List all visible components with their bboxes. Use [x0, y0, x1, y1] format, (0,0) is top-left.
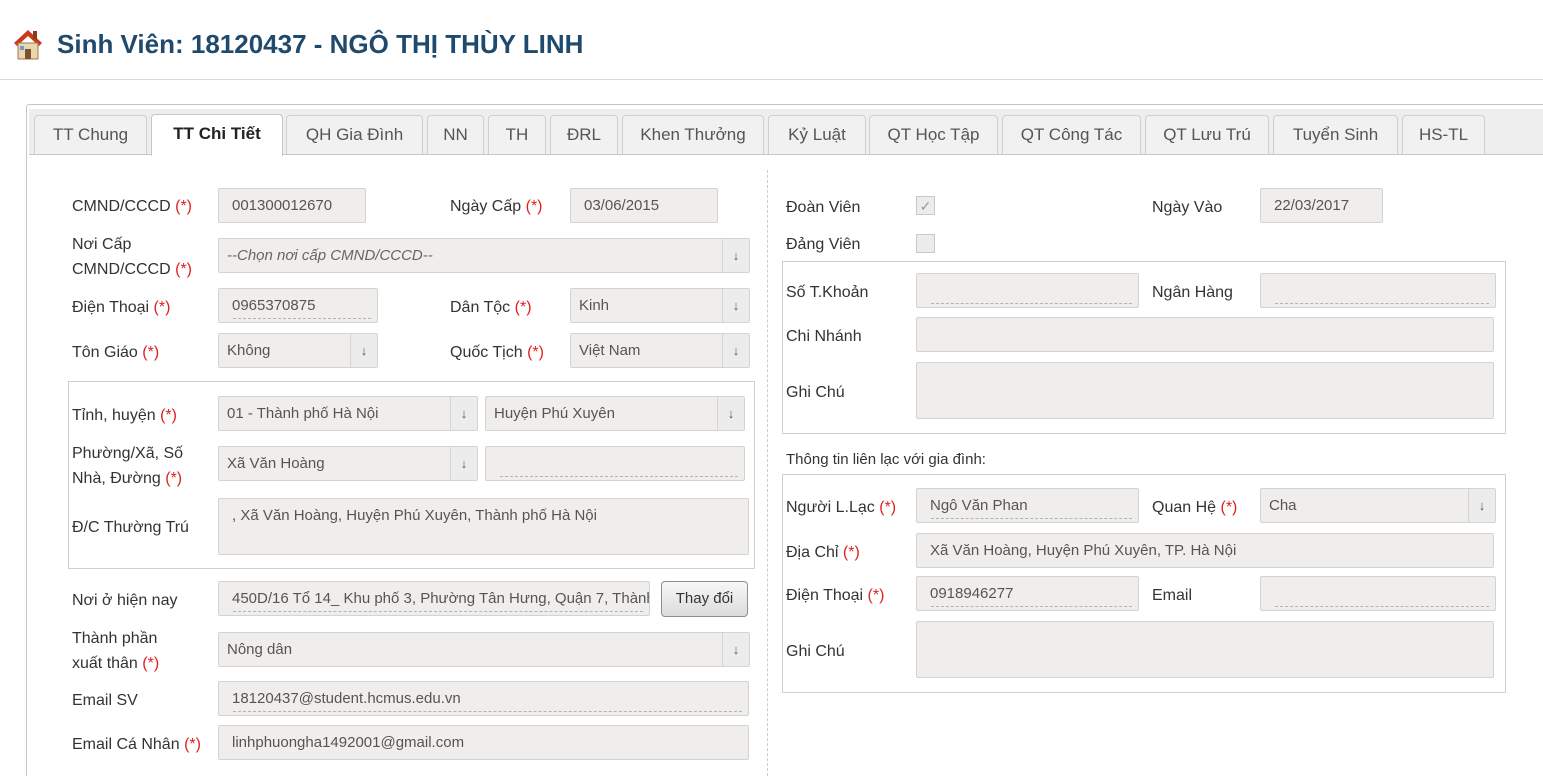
thanh-phan-select[interactable]: Nông dân ↓ — [218, 632, 750, 667]
ngan-hang-field[interactable] — [1260, 273, 1496, 308]
tab-tt-chi-tiet[interactable]: TT Chi Tiết — [151, 114, 283, 156]
chevron-down-icon[interactable]: ↓ — [350, 334, 377, 367]
change-address-button[interactable]: Thay đổi — [661, 581, 748, 617]
page-title: Sinh Viên: 18120437 - NGÔ THỊ THÙY LINH — [57, 29, 584, 59]
ghi-chu-gd-label: Ghi Chú — [786, 643, 845, 660]
chi-nhanh-label: Chi Nhánh — [786, 328, 862, 345]
noi-o-label: Nơi ở hiện nay — [72, 592, 178, 609]
ngay-vao-label: Ngày Vào — [1152, 199, 1223, 216]
so-tk-field[interactable] — [916, 273, 1139, 308]
page-header: Sinh Viên: 18120437 - NGÔ THỊ THÙY LINH — [0, 0, 1543, 80]
ngan-hang-label: Ngân Hàng — [1152, 284, 1233, 301]
ghi-chu-gd-field[interactable] — [916, 621, 1494, 678]
chevron-down-icon[interactable]: ↓ — [722, 239, 749, 272]
tinh-huyen-label: Tỉnh, huyện (*) — [72, 407, 177, 424]
ghi-chu-bank-label: Ghi Chú — [786, 384, 845, 401]
so-nha-duong-field[interactable] — [485, 446, 745, 481]
tab-khen-thuong[interactable]: Khen Thưởng — [622, 115, 764, 154]
column-divider — [767, 170, 768, 776]
ton-giao-select[interactable]: Không ↓ — [218, 333, 378, 368]
so-tk-label: Số T.Khoản — [786, 284, 869, 301]
cmnd-field[interactable]: 001300012670 — [218, 188, 366, 223]
tab-th[interactable]: TH — [488, 115, 546, 154]
email-ca-nhan-field[interactable]: linhphuongha1492001@gmail.com — [218, 725, 749, 760]
dc-thuong-tru-label: Đ/C Thường Trú — [72, 519, 189, 536]
home-icon — [14, 30, 42, 60]
tab-qt-luu-tru[interactable]: QT Lưu Trú — [1145, 115, 1269, 154]
dien-thoai-gd-label: Điện Thoại (*) — [786, 587, 885, 604]
cmnd-label: CMND/CCCD (*) — [72, 198, 192, 215]
chevron-down-icon[interactable]: ↓ — [722, 334, 749, 367]
dang-vien-label: Đảng Viên — [786, 236, 861, 253]
phuong-xa-label: Phường/Xã, Số Nhà, Đường (*) — [72, 445, 184, 487]
ngay-cap-label: Ngày Cấp (*) — [450, 198, 543, 215]
quoc-tich-label: Quốc Tịch (*) — [450, 344, 544, 361]
chevron-down-icon[interactable]: ↓ — [1468, 489, 1495, 522]
dien-thoai-gd-field[interactable]: 0918946277 — [916, 576, 1139, 611]
quan-he-select[interactable]: Cha ↓ — [1260, 488, 1496, 523]
huyen-select[interactable]: Huyện Phú Xuyên ↓ — [485, 396, 745, 431]
thanh-phan-label: Thành phần xuất thân (*) — [72, 630, 160, 672]
dien-thoai-label: Điện Thoại (*) — [72, 299, 171, 316]
tab-qt-hoc-tap[interactable]: QT Học Tập — [869, 115, 998, 154]
noi-cap-label: Nơi Cấp CMND/CCCD (*) — [72, 236, 192, 278]
tab-hs-tl[interactable]: HS-TL — [1402, 115, 1485, 154]
email-gd-field[interactable] — [1260, 576, 1496, 611]
chevron-down-icon[interactable]: ↓ — [722, 633, 749, 666]
dien-thoai-field[interactable]: 0965370875 — [218, 288, 378, 323]
ngay-vao-field[interactable]: 22/03/2017 — [1260, 188, 1383, 223]
noi-cap-select[interactable]: --Chọn nơi cấp CMND/CCCD-- ↓ — [218, 238, 750, 273]
dan-toc-label: Dân Tộc (*) — [450, 299, 532, 316]
chevron-down-icon[interactable]: ↓ — [450, 447, 477, 480]
tab-qh-gia-dinh[interactable]: QH Gia Đình — [286, 115, 423, 154]
phuong-xa-select[interactable]: Xã Văn Hoàng ↓ — [218, 446, 478, 481]
tab-drl[interactable]: ĐRL — [550, 115, 618, 154]
ghi-chu-bank-field[interactable] — [916, 362, 1494, 419]
quan-he-label: Quan Hệ (*) — [1152, 499, 1238, 516]
doan-vien-checkbox[interactable]: ✓ — [916, 196, 935, 215]
nguoi-lien-lac-label: Người L.Lạc (*) — [786, 499, 897, 516]
dang-vien-checkbox[interactable] — [916, 234, 935, 253]
tab-tuyen-sinh[interactable]: Tuyển Sinh — [1273, 115, 1398, 154]
nguoi-lien-lac-field[interactable]: Ngô Văn Phan — [916, 488, 1139, 523]
dan-toc-select[interactable]: Kinh ↓ — [570, 288, 750, 323]
tab-nn[interactable]: NN — [427, 115, 484, 154]
dc-thuong-tru-field[interactable]: , Xã Văn Hoàng, Huyện Phú Xuyên, Thành p… — [218, 498, 749, 555]
email-ca-nhan-label: Email Cá Nhân (*) — [72, 736, 201, 753]
ngay-cap-field[interactable]: 03/06/2015 — [570, 188, 718, 223]
check-icon: ✓ — [919, 198, 932, 214]
chevron-down-icon[interactable]: ↓ — [450, 397, 477, 430]
chevron-down-icon[interactable]: ↓ — [717, 397, 744, 430]
quoc-tich-select[interactable]: Việt Nam ↓ — [570, 333, 750, 368]
email-gd-label: Email — [1152, 587, 1193, 604]
email-sv-field[interactable]: 18120437@student.hcmus.edu.vn — [218, 681, 749, 716]
chevron-down-icon[interactable]: ↓ — [722, 289, 749, 322]
tinh-select[interactable]: 01 - Thành phố Hà Nội ↓ — [218, 396, 478, 431]
noi-o-field[interactable]: 450D/16 Tổ 14_ Khu phố 3, Phường Tân Hưn… — [218, 581, 650, 616]
doan-vien-label: Đoàn Viên — [786, 199, 861, 216]
dia-chi-label: Địa Chỉ (*) — [786, 544, 860, 561]
tab-tt-chung[interactable]: TT Chung — [34, 115, 147, 154]
tab-ky-luat[interactable]: Kỷ Luật — [768, 115, 866, 154]
ton-giao-label: Tôn Giáo (*) — [72, 344, 160, 361]
chi-nhanh-field[interactable] — [916, 317, 1494, 352]
family-contact-title: Thông tin liên lạc với gia đình: — [786, 451, 986, 468]
dia-chi-field[interactable]: Xã Văn Hoàng, Huyện Phú Xuyên, TP. Hà Nộ… — [916, 533, 1494, 568]
tab-qt-cong-tac[interactable]: QT Công Tác — [1002, 115, 1141, 154]
email-sv-label: Email SV — [72, 692, 138, 709]
